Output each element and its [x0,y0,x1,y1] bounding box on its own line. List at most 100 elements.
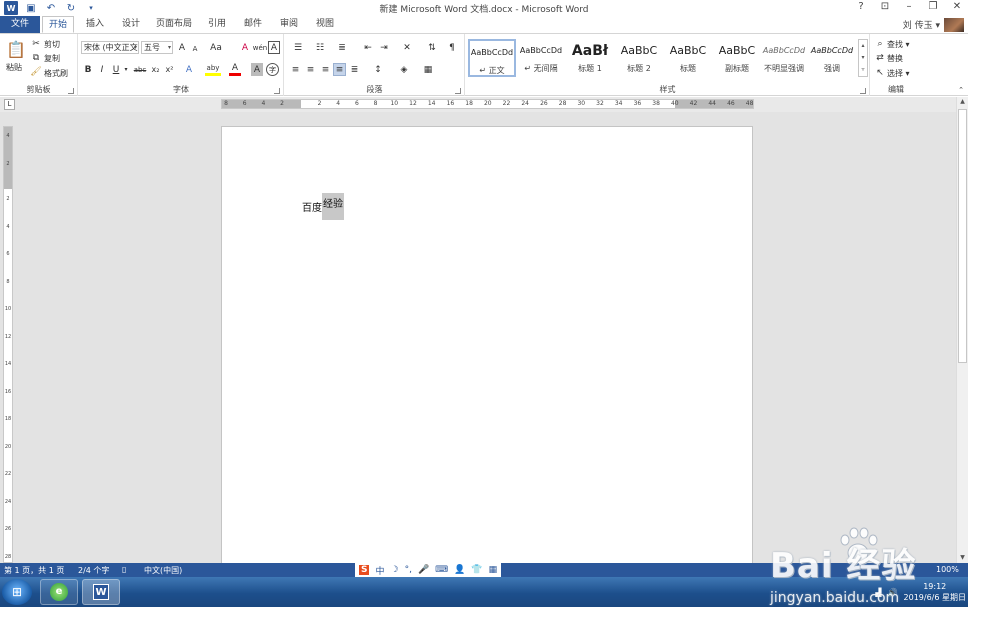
clear-format-icon[interactable]: A [239,41,251,54]
increase-indent-icon[interactable]: ⇥ [377,41,391,54]
grid-icon[interactable]: ▦ [489,565,498,575]
horizontal-ruler[interactable]: 8 6 4 2 2 4 6 8 10 12 14 16 18 20 22 24 26 28 30 32 34 36 38 40… [221,99,754,109]
punct-icon[interactable]: °, [405,565,412,575]
body-text[interactable]: 百度 [302,199,322,214]
document-text[interactable]: 百度 经验 [302,193,344,220]
start-button[interactable]: ⊞ [2,579,32,605]
grow-font-icon[interactable]: A [176,41,188,54]
align-right-icon[interactable]: ≡ [319,63,332,76]
tab-selector[interactable]: L [4,99,15,110]
moon-icon[interactable]: ☽ [391,565,399,575]
tab-review[interactable]: 审阅 [274,16,304,33]
bullets-icon[interactable]: ☰ [289,41,307,54]
tab-mailings[interactable]: 邮件 [238,16,268,33]
shrink-font-icon[interactable]: A [189,42,201,55]
multilevel-list-icon[interactable]: ≣ [333,41,351,54]
asian-layout-icon[interactable]: ✕ [397,41,417,54]
align-left-icon[interactable]: ≡ [289,63,302,76]
phonetic-guide-icon[interactable]: wén [253,41,267,54]
font-size-combo[interactable]: 五号 ▾ [141,41,173,54]
paragraph-launcher-icon[interactable] [455,88,461,94]
select-button[interactable]: 选择 ▾ [887,68,910,79]
restore-icon[interactable]: ❐ [926,1,940,15]
shirt-icon[interactable]: 👕 [471,565,482,575]
keyboard-icon[interactable]: ⌨ [435,565,448,575]
user-account[interactable]: 刘 传玉 ▾ [903,16,964,33]
paste-button[interactable]: 粘贴 [6,62,22,73]
scroll-thumb[interactable] [958,109,967,363]
close-icon[interactable]: ✕ [950,1,964,15]
proofing-icon[interactable]: ▯ [122,565,126,574]
chevron-down-icon[interactable]: ▾ [134,42,137,53]
char-shading-icon[interactable]: A [251,63,263,76]
font-launcher-icon[interactable] [274,88,280,94]
page-count[interactable]: 第 1 页，共 1 页 [4,565,64,576]
find-icon[interactable]: ⌕ [875,38,885,49]
style-subtle-emphasis[interactable]: AaBbCcDd 不明显强调 [760,39,808,77]
minimize-icon[interactable]: – [902,1,916,15]
chevron-down-icon[interactable]: ▾ [122,63,130,76]
tab-home[interactable]: 开始 [42,16,74,33]
vertical-ruler[interactable]: 4 2 2 4 6 8 10 12 14 16 18 20 22 24 26 28 [3,126,13,563]
user-icon[interactable]: 👤 [454,565,465,575]
word-count[interactable]: 2/4 个字 [78,565,109,576]
replace-button[interactable]: 替换 [887,53,903,64]
format-painter-button[interactable]: 格式刷 [44,68,68,79]
collapse-ribbon-icon[interactable]: ⌃ [956,86,966,94]
copy-button[interactable]: 复制 [44,53,60,64]
find-button[interactable]: 查找 ▾ [887,39,910,50]
tab-view[interactable]: 视图 [310,16,340,33]
align-center-icon[interactable]: ≡ [304,63,317,76]
shading-icon[interactable]: ◈ [395,63,413,76]
borders-icon[interactable]: ▦ [419,63,437,76]
decrease-indent-icon[interactable]: ⇤ [361,41,375,54]
style-normal[interactable]: AaBbCcDd ↵ 正文 [468,39,516,77]
copy-icon[interactable]: ⧉ [30,52,42,63]
cut-icon[interactable]: ✂ [30,38,42,49]
ime-mode[interactable]: 中 [375,564,384,577]
tab-references[interactable]: 引用 [202,16,232,33]
user-name[interactable]: 刘 传玉 ▾ [903,18,940,31]
cut-button[interactable]: 剪切 [44,39,60,50]
sort-icon[interactable]: ⇅ [425,41,439,54]
show-marks-icon[interactable]: ¶ [445,41,459,54]
chevron-down-icon[interactable]: ▾ [168,42,171,53]
style-emphasis[interactable]: AaBbCcDd 强调 [808,39,856,77]
taskbar-word[interactable]: W [82,579,120,605]
line-spacing-icon[interactable]: ↕ [369,63,387,76]
style-no-spacing[interactable]: AaBbCcDd ↵ 无间隔 [517,39,565,77]
char-border-icon[interactable]: A [268,41,280,54]
style-heading-1[interactable]: AaBł 标题 1 [566,39,614,77]
highlight-icon[interactable]: aby [205,63,221,76]
tab-file[interactable]: 文件 [0,16,40,33]
font-color-icon[interactable]: A [229,63,241,76]
help-icon[interactable]: ? [854,1,868,15]
superscript-button[interactable]: x² [163,63,176,76]
tab-page-layout[interactable]: 页面布局 [152,16,196,33]
distributed-icon[interactable]: ≣ [348,63,361,76]
select-icon[interactable]: ↖ [875,67,885,78]
style-title[interactable]: AaBbC 标题 [664,39,712,77]
vertical-scrollbar[interactable]: ▲ ▼ [956,97,968,563]
change-case-icon[interactable]: Aa [207,41,225,54]
style-heading-2[interactable]: AaBbC 标题 2 [615,39,663,77]
strikethrough-button[interactable]: abc [132,63,148,76]
tab-design[interactable]: 设计 [116,16,146,33]
italic-button[interactable]: I [96,63,108,76]
numbering-icon[interactable]: ☷ [311,41,329,54]
style-subtitle[interactable]: AaBbC 副标题 [713,39,761,77]
justify-icon[interactable]: ≡ [333,63,346,76]
ribbon-display-icon[interactable]: ⊡ [878,1,892,15]
language-status[interactable]: 中文(中国) [144,565,182,576]
taskbar-ie[interactable]: e [40,579,78,605]
text-effects-icon[interactable]: A [183,63,195,76]
replace-icon[interactable]: ⇄ [875,52,885,63]
tab-insert[interactable]: 插入 [80,16,110,33]
paste-icon[interactable]: 📋 [6,38,26,60]
subscript-button[interactable]: x₂ [149,63,162,76]
avatar[interactable] [944,17,964,32]
font-name-combo[interactable]: 宋体 (中文正文 ▾ [81,41,139,54]
clipboard-launcher-icon[interactable] [68,88,74,94]
bold-button[interactable]: B [82,63,94,76]
document-page[interactable]: 百度 经验 [221,126,753,563]
